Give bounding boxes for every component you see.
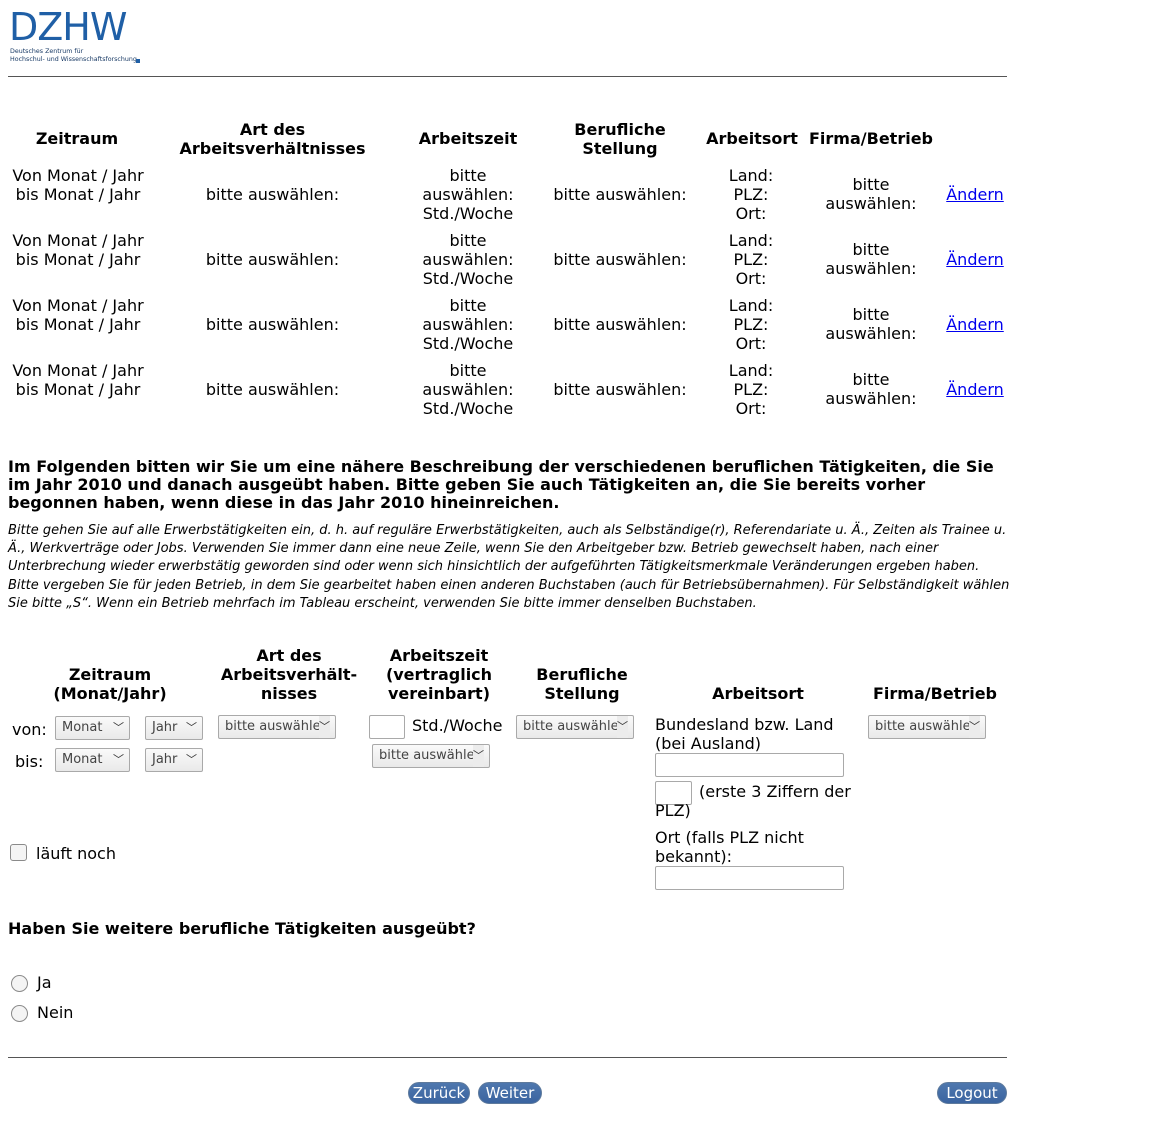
intro-note: Bitte gehen Sie auf alle Erwerbstätigkei… <box>8 522 1018 613</box>
aendern-link[interactable]: Ändern <box>938 250 1012 269</box>
summary-cell-arbeitszeit: bitte auswählen: Std./Woche <box>422 361 514 418</box>
summary-cell-art: bitte auswählen: <box>205 250 340 269</box>
summary-cell-art: bitte auswählen: <box>205 380 340 399</box>
summary-header-zeitraum: Zeitraum <box>35 129 119 148</box>
summary-cell-zeitraum: Von Monat / Jahr bis Monat / Jahr <box>12 361 144 399</box>
summary-header-arbeitsort: Arbeitsort <box>706 129 798 148</box>
chevron-down-icon: ﹀ <box>186 753 197 766</box>
radio-ja-label: Ja <box>37 973 52 992</box>
firma-select[interactable]: bitte auswählen ﹀ <box>868 715 986 739</box>
summary-cell-zeitraum: Von Monat / Jahr bis Monat / Jahr <box>12 231 144 269</box>
summary-cell-stellung: bitte auswählen: <box>553 315 687 334</box>
summary-cell-arbeitsort: Land: PLZ: Ort: <box>728 231 774 288</box>
summary-cell-arbeitszeit: bitte auswählen: Std./Woche <box>422 296 514 353</box>
bundesland-input[interactable] <box>655 753 844 777</box>
back-button[interactable]: Zurück <box>408 1082 470 1104</box>
summary-cell-stellung: bitte auswählen: <box>553 380 687 399</box>
form-header-arbeitsort: Arbeitsort <box>712 684 804 703</box>
von-monat-select[interactable]: Monat ﹀ <box>55 716 130 740</box>
summary-cell-arbeitsort: Land: PLZ: Ort: <box>728 361 774 418</box>
chevron-down-icon: ﹀ <box>319 716 330 738</box>
summary-cell-firma: bitte auswählen: <box>825 175 917 213</box>
summary-header-firma: Firma/Betrieb <box>809 129 933 148</box>
summary-cell-arbeitszeit: bitte auswählen: Std./Woche <box>422 231 514 288</box>
hours-input[interactable] <box>369 715 405 739</box>
form-header-firma: Firma/Betrieb <box>873 684 997 703</box>
chevron-down-icon: ﹀ <box>186 721 197 734</box>
aendern-link[interactable]: Ändern <box>938 380 1012 399</box>
summary-cell-zeitraum: Von Monat / Jahr bis Monat / Jahr <box>12 296 144 334</box>
summary-cell-firma: bitte auswählen: <box>825 305 917 343</box>
chevron-down-icon: ﹀ <box>113 753 124 766</box>
intro-note-2: Bitte vergeben Sie für jeden Betrieb, in… <box>8 577 1010 611</box>
radio-nein-label: Nein <box>37 1003 74 1022</box>
summary-cell-art: bitte auswählen: <box>205 315 340 334</box>
summary-cell-art: bitte auswählen: <box>205 185 340 204</box>
intro-note-1: Bitte gehen Sie auf alle Erwerbstätigkei… <box>8 523 1007 575</box>
von-label: von: <box>12 720 47 739</box>
intro-heading: Im Folgenden bitten wir Sie um eine nähe… <box>8 457 994 512</box>
logo-dot <box>136 59 140 63</box>
logo-subtitle-line2: Hochschul- und Wissenschaftsforschung <box>10 56 137 63</box>
summary-cell-zeitraum: Von Monat / Jahr bis Monat / Jahr <box>12 166 144 204</box>
summary-header-arbeitszeit: Arbeitszeit <box>418 129 518 148</box>
summary-cell-stellung: bitte auswählen: <box>553 185 687 204</box>
aendern-link[interactable]: Ändern <box>938 315 1012 334</box>
question-text: Haben Sie weitere berufliche Tätigkeiten… <box>8 919 476 938</box>
stellung-select[interactable]: bitte auswählen ﹀ <box>516 715 634 739</box>
summary-cell-stellung: bitte auswählen: <box>553 250 687 269</box>
chevron-down-icon: ﹀ <box>969 716 980 738</box>
summary-cell-firma: bitte auswählen: <box>825 370 917 408</box>
bis-label: bis: <box>15 752 44 771</box>
summary-cell-arbeitsort: Land: PLZ: Ort: <box>728 166 774 223</box>
next-button[interactable]: Weiter <box>478 1082 542 1104</box>
aendern-link[interactable]: Ändern <box>938 185 1012 204</box>
form-header-stellung: Berufliche Stellung <box>536 665 628 703</box>
summary-cell-firma: bitte auswählen: <box>825 240 917 278</box>
art-select[interactable]: bitte auswählen ﹀ <box>218 715 336 739</box>
plz-label: (erste 3 Ziffern der PLZ) <box>655 782 851 820</box>
form-header-zeitraum: Zeitraum (Monat/Jahr) <box>53 665 167 703</box>
radio-ja[interactable] <box>11 975 28 992</box>
ort-input[interactable] <box>655 866 844 890</box>
std-woche-label: Std./Woche <box>412 716 503 735</box>
top-divider <box>8 76 1007 77</box>
bis-monat-select[interactable]: Monat ﹀ <box>55 748 130 772</box>
arbeitszeit-select[interactable]: bitte auswählen ﹀ <box>372 744 490 768</box>
logo-wordmark: DZHW <box>9 5 127 49</box>
summary-header-stellung: Berufliche Stellung <box>574 120 666 158</box>
summary-cell-arbeitsort: Land: PLZ: Ort: <box>728 296 774 353</box>
form-header-arbeitszeit: Arbeitszeit (vertraglich vereinbart) <box>385 646 493 703</box>
summary-cell-arbeitszeit: bitte auswählen: Std./Woche <box>422 166 514 223</box>
dzhw-logo: DZHW Deutsches Zentrum für Hochschul- un… <box>9 8 144 68</box>
bottom-divider <box>8 1057 1007 1058</box>
form-header-art: Art des Arbeitsverhält-nisses <box>220 646 358 703</box>
ort-label: Ort (falls PLZ nicht bekannt): <box>655 828 804 866</box>
bis-jahr-select[interactable]: Jahr ﹀ <box>145 748 203 772</box>
bundesland-label: Bundesland bzw. Land (bei Ausland) <box>655 715 834 753</box>
chevron-down-icon: ﹀ <box>617 716 628 738</box>
radio-nein[interactable] <box>11 1005 28 1022</box>
chevron-down-icon: ﹀ <box>473 745 484 767</box>
chevron-down-icon: ﹀ <box>113 721 124 734</box>
logout-button[interactable]: Logout <box>937 1082 1007 1104</box>
laeuft-noch-label: läuft noch <box>36 844 116 863</box>
logo-subtitle-line1: Deutsches Zentrum für <box>10 48 84 55</box>
laeuft-noch-checkbox[interactable] <box>10 844 27 861</box>
summary-header-art: Art des Arbeitsverhältnisses <box>179 120 366 158</box>
von-jahr-select[interactable]: Jahr ﹀ <box>145 716 203 740</box>
